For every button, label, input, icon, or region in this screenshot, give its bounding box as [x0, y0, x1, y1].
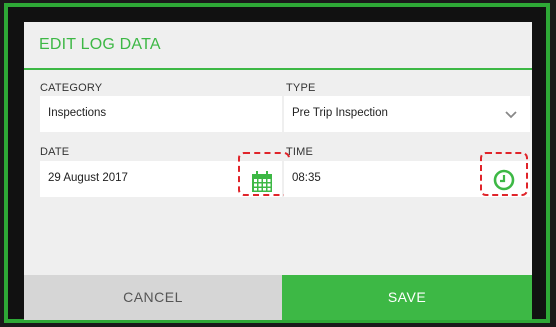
date-value: 29 August 2017	[48, 172, 128, 184]
type-value: Pre Trip Inspection	[292, 107, 388, 119]
calendar-highlight	[238, 152, 290, 196]
dialog-header: EDIT LOG DATA	[24, 22, 532, 70]
time-value: 08:35	[292, 172, 321, 184]
save-button[interactable]: SAVE	[282, 275, 532, 320]
category-field[interactable]: Inspections	[40, 96, 282, 132]
clock-highlight	[480, 152, 528, 196]
date-label: DATE	[40, 146, 70, 158]
cancel-button[interactable]: CANCEL	[24, 275, 282, 320]
time-label: TIME	[286, 146, 314, 158]
type-label: TYPE	[286, 82, 316, 94]
category-label: CATEGORY	[40, 82, 103, 94]
chevron-down-icon	[505, 111, 517, 119]
dialog-title: EDIT LOG DATA	[39, 36, 161, 53]
edit-log-dialog: EDIT LOG DATA CATEGORY Inspections TYPE …	[24, 22, 532, 320]
type-dropdown[interactable]: Pre Trip Inspection	[284, 96, 530, 132]
category-value: Inspections	[48, 107, 107, 119]
